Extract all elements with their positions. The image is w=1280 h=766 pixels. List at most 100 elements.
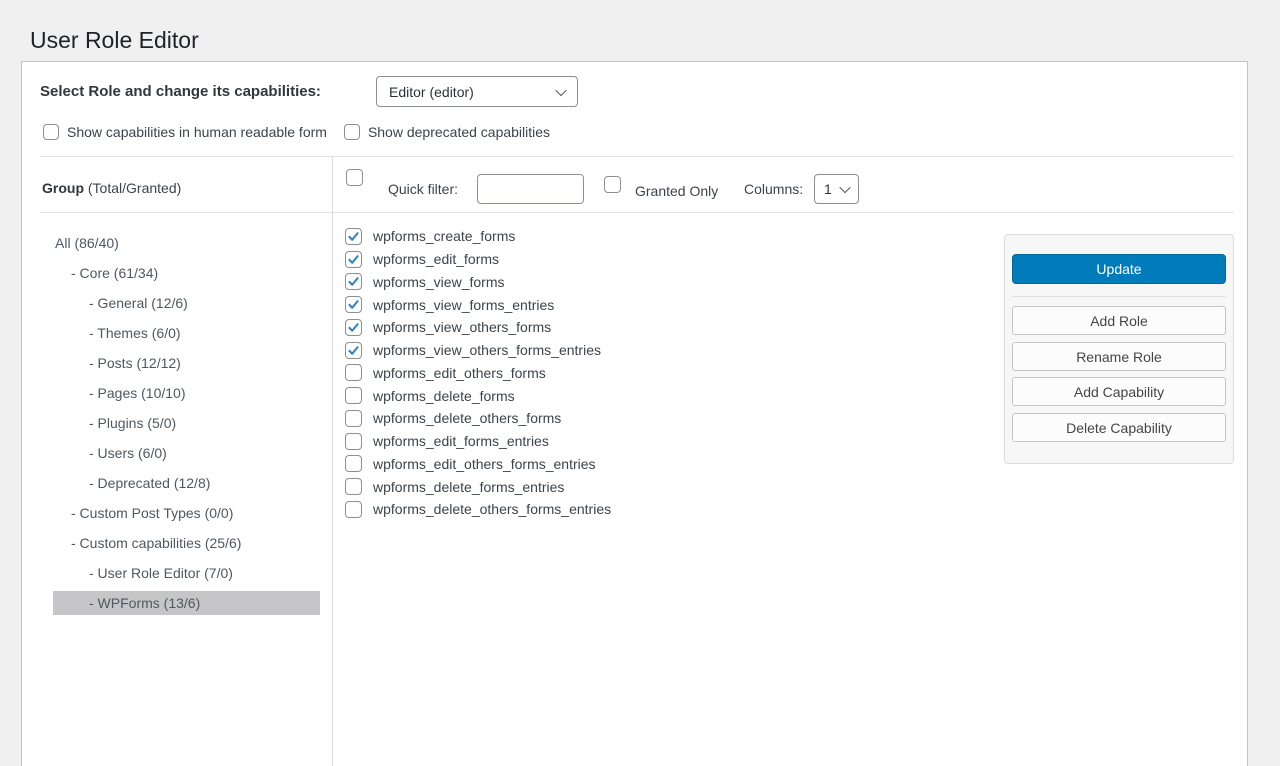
capability-label: wpforms_edit_forms [373, 251, 499, 267]
add-role-button[interactable]: Add Role [1012, 306, 1226, 335]
group-item-label: All (86/40) [55, 235, 119, 251]
group-header-title: Group [42, 180, 84, 196]
group-item[interactable]: - WPForms (13/6) [53, 591, 320, 615]
capability-row: wpforms_delete_forms_entries [345, 475, 611, 498]
capability-checkbox[interactable] [345, 342, 362, 359]
capability-label: wpforms_edit_forms_entries [373, 433, 549, 449]
capability-label: wpforms_view_forms_entries [373, 297, 554, 313]
user-role-editor-panel: Select Role and change its capabilities:… [21, 61, 1248, 766]
capability-checkbox[interactable] [345, 364, 362, 381]
show-deprecated-label: Show deprecated capabilities [368, 124, 550, 140]
capability-label: wpforms_edit_others_forms_entries [373, 456, 596, 472]
capabilities-list: wpforms_create_forms wpforms_edit_formswp… [345, 225, 611, 521]
quick-filter-input[interactable] [477, 174, 584, 204]
capability-row: wpforms_view_forms_entries [345, 293, 611, 316]
group-item[interactable]: - Deprecated (12/8) [53, 471, 320, 495]
capability-row: wpforms_delete_others_forms_entries [345, 498, 611, 521]
capability-checkbox[interactable] [345, 319, 362, 336]
chevron-down-icon [839, 182, 850, 193]
check-icon [347, 230, 360, 243]
group-item[interactable]: - Plugins (5/0) [53, 411, 320, 435]
capability-row: wpforms_delete_others_forms [345, 407, 611, 430]
group-header: Group (Total/Granted) [42, 180, 181, 196]
group-item[interactable]: - General (12/6) [53, 291, 320, 315]
columns-label: Columns: [744, 181, 803, 197]
capability-checkbox[interactable] [345, 501, 362, 518]
add-capability-button[interactable]: Add Capability [1012, 377, 1226, 406]
columns-select-value: 1 [824, 181, 832, 197]
role-selector-label: Select Role and change its capabilities: [40, 83, 321, 100]
check-icon [347, 298, 360, 311]
update-button[interactable]: Update [1012, 254, 1226, 284]
page-title: User Role Editor [30, 26, 199, 56]
group-item[interactable]: - Users (6/0) [53, 441, 320, 465]
group-item-label: - General (12/6) [89, 295, 188, 311]
divider [40, 212, 1234, 213]
group-item[interactable]: - User Role Editor (7/0) [53, 561, 320, 585]
divider [40, 156, 1234, 157]
capability-checkbox[interactable] [345, 228, 362, 245]
group-item-label: - User Role Editor (7/0) [89, 565, 233, 581]
capability-checkbox[interactable] [345, 273, 362, 290]
capability-checkbox[interactable] [345, 433, 362, 450]
group-item[interactable]: - Core (61/34) [53, 261, 320, 285]
capability-row: wpforms_delete_forms [345, 384, 611, 407]
group-item-label: - Pages (10/10) [89, 385, 186, 401]
human-readable-label: Show capabilities in human readable form [67, 124, 327, 140]
capability-label: wpforms_edit_others_forms [373, 365, 546, 381]
group-item[interactable]: - Pages (10/10) [53, 381, 320, 405]
rename-role-button[interactable]: Rename Role [1012, 342, 1226, 371]
granted-only-checkbox[interactable] [604, 176, 621, 193]
group-item[interactable]: - Posts (12/12) [53, 351, 320, 375]
delete-capability-button[interactable]: Delete Capability [1012, 413, 1226, 442]
group-item-label: - Posts (12/12) [89, 355, 181, 371]
capability-row: wpforms_view_others_forms_entries [345, 339, 611, 362]
group-item-label: - Custom capabilities (25/6) [71, 535, 241, 551]
capability-checkbox[interactable] [345, 455, 362, 472]
role-selector-row: Select Role and change its capabilities: [40, 75, 321, 107]
capability-checkbox[interactable] [345, 410, 362, 427]
group-item-label: - Custom Post Types (0/0) [71, 505, 233, 521]
capability-row: wpforms_create_forms [345, 225, 611, 248]
group-item-label: - Core (61/34) [71, 265, 158, 281]
capability-checkbox[interactable] [345, 387, 362, 404]
capability-row: wpforms_view_others_forms [345, 316, 611, 339]
group-item[interactable]: - Themes (6/0) [53, 321, 320, 345]
check-icon [347, 275, 360, 288]
vertical-divider [332, 157, 333, 766]
capability-checkbox[interactable] [345, 251, 362, 268]
capability-row: wpforms_view_forms [345, 271, 611, 294]
capability-row: wpforms_edit_others_forms_entries [345, 453, 611, 476]
granted-only-label: Granted Only [635, 183, 718, 199]
capability-checkbox[interactable] [345, 478, 362, 495]
role-select-value: Editor (editor) [389, 84, 474, 100]
divider [1012, 296, 1226, 297]
actions-panel: Update Add Role Rename Role Add Capability… [1004, 234, 1234, 464]
capability-label: wpforms_view_forms [373, 274, 504, 290]
quick-filter-label: Quick filter: [388, 181, 458, 197]
capability-label: wpforms_view_others_forms_entries [373, 342, 601, 358]
chevron-down-icon [555, 84, 566, 95]
capability-row: wpforms_edit_others_forms [345, 362, 611, 385]
capability-row: wpforms_edit_forms_entries [345, 430, 611, 453]
capability-row: wpforms_edit_forms [345, 248, 611, 271]
group-item-label: - Deprecated (12/8) [89, 475, 210, 491]
role-select[interactable]: Editor (editor) [376, 76, 578, 107]
capability-checkbox[interactable] [345, 296, 362, 313]
group-header-suffix: (Total/Granted) [88, 180, 181, 196]
columns-select[interactable]: 1 [814, 174, 859, 204]
group-item[interactable]: - Custom Post Types (0/0) [53, 501, 320, 525]
check-icon [347, 321, 360, 334]
capability-label: wpforms_delete_others_forms [373, 410, 561, 426]
capability-label: wpforms_delete_forms_entries [373, 479, 564, 495]
group-item-label: - Plugins (5/0) [89, 415, 176, 431]
group-item-label: - Themes (6/0) [89, 325, 181, 341]
group-item-label: - Users (6/0) [89, 445, 167, 461]
capability-label: wpforms_delete_forms [373, 388, 515, 404]
options-row: Show capabilities in human readable form… [43, 124, 550, 140]
group-item[interactable]: All (86/40) [53, 231, 320, 255]
show-deprecated-checkbox[interactable] [344, 124, 360, 140]
group-item[interactable]: - Custom capabilities (25/6) [53, 531, 320, 555]
human-readable-checkbox[interactable] [43, 124, 59, 140]
select-all-checkbox[interactable] [346, 169, 363, 186]
